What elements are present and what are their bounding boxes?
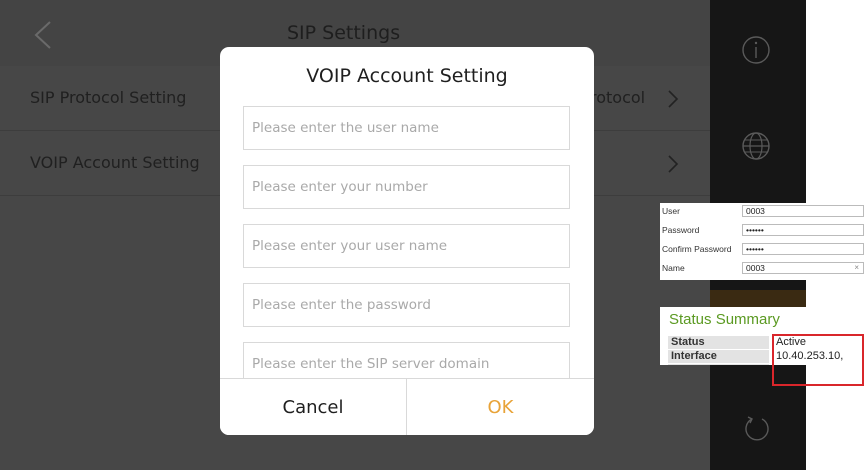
local-port-key: Local Port: [668, 364, 769, 365]
highlight-box: [772, 334, 864, 386]
user-name-field[interactable]: [243, 106, 570, 150]
password-value[interactable]: ••••••: [742, 224, 864, 236]
number-input[interactable]: [244, 166, 569, 208]
status-summary-title: Status Summary: [669, 311, 780, 328]
dialog-footer: Cancel OK: [220, 378, 594, 435]
name-field[interactable]: 0003 ×: [742, 262, 864, 274]
status-key: Status: [668, 336, 769, 349]
clear-icon[interactable]: ×: [854, 263, 859, 273]
password-label: Password: [662, 225, 700, 235]
name-label: Name: [662, 263, 685, 273]
user-label: User: [662, 206, 680, 216]
confirm-password-label: Confirm Password: [662, 244, 732, 254]
number-field[interactable]: [243, 165, 570, 209]
info-icon[interactable]: [740, 34, 772, 66]
user-name-2-field[interactable]: [243, 224, 570, 268]
user-name-input[interactable]: [244, 107, 569, 149]
refresh-icon[interactable]: [742, 414, 772, 444]
interface-key: Interface: [668, 350, 769, 363]
user-value[interactable]: 0003: [742, 205, 864, 217]
cancel-button[interactable]: Cancel: [220, 379, 407, 435]
ok-button[interactable]: OK: [407, 379, 594, 435]
globe-icon[interactable]: [740, 130, 772, 162]
chevron-right-icon: [668, 90, 679, 108]
menu-item-value: rotocol: [590, 88, 646, 107]
password-input[interactable]: [244, 284, 569, 326]
password-field[interactable]: [243, 283, 570, 327]
name-value: 0003: [746, 263, 765, 273]
dialog-title: VOIP Account Setting: [306, 65, 508, 87]
account-form-inset: User 0003 Password •••••• Confirm Passwo…: [660, 203, 867, 280]
chevron-right-icon: [668, 155, 679, 173]
user-name-2-input[interactable]: [244, 225, 569, 267]
voip-account-dialog: VOIP Account Setting Cancel OK: [220, 47, 594, 435]
menu-item-label: VOIP Account Setting: [30, 153, 200, 172]
confirm-password-value[interactable]: ••••••: [742, 243, 864, 255]
page-title: SIP Settings: [287, 22, 401, 44]
back-arrow-icon[interactable]: [30, 20, 56, 50]
menu-item-label: SIP Protocol Setting: [30, 88, 187, 107]
